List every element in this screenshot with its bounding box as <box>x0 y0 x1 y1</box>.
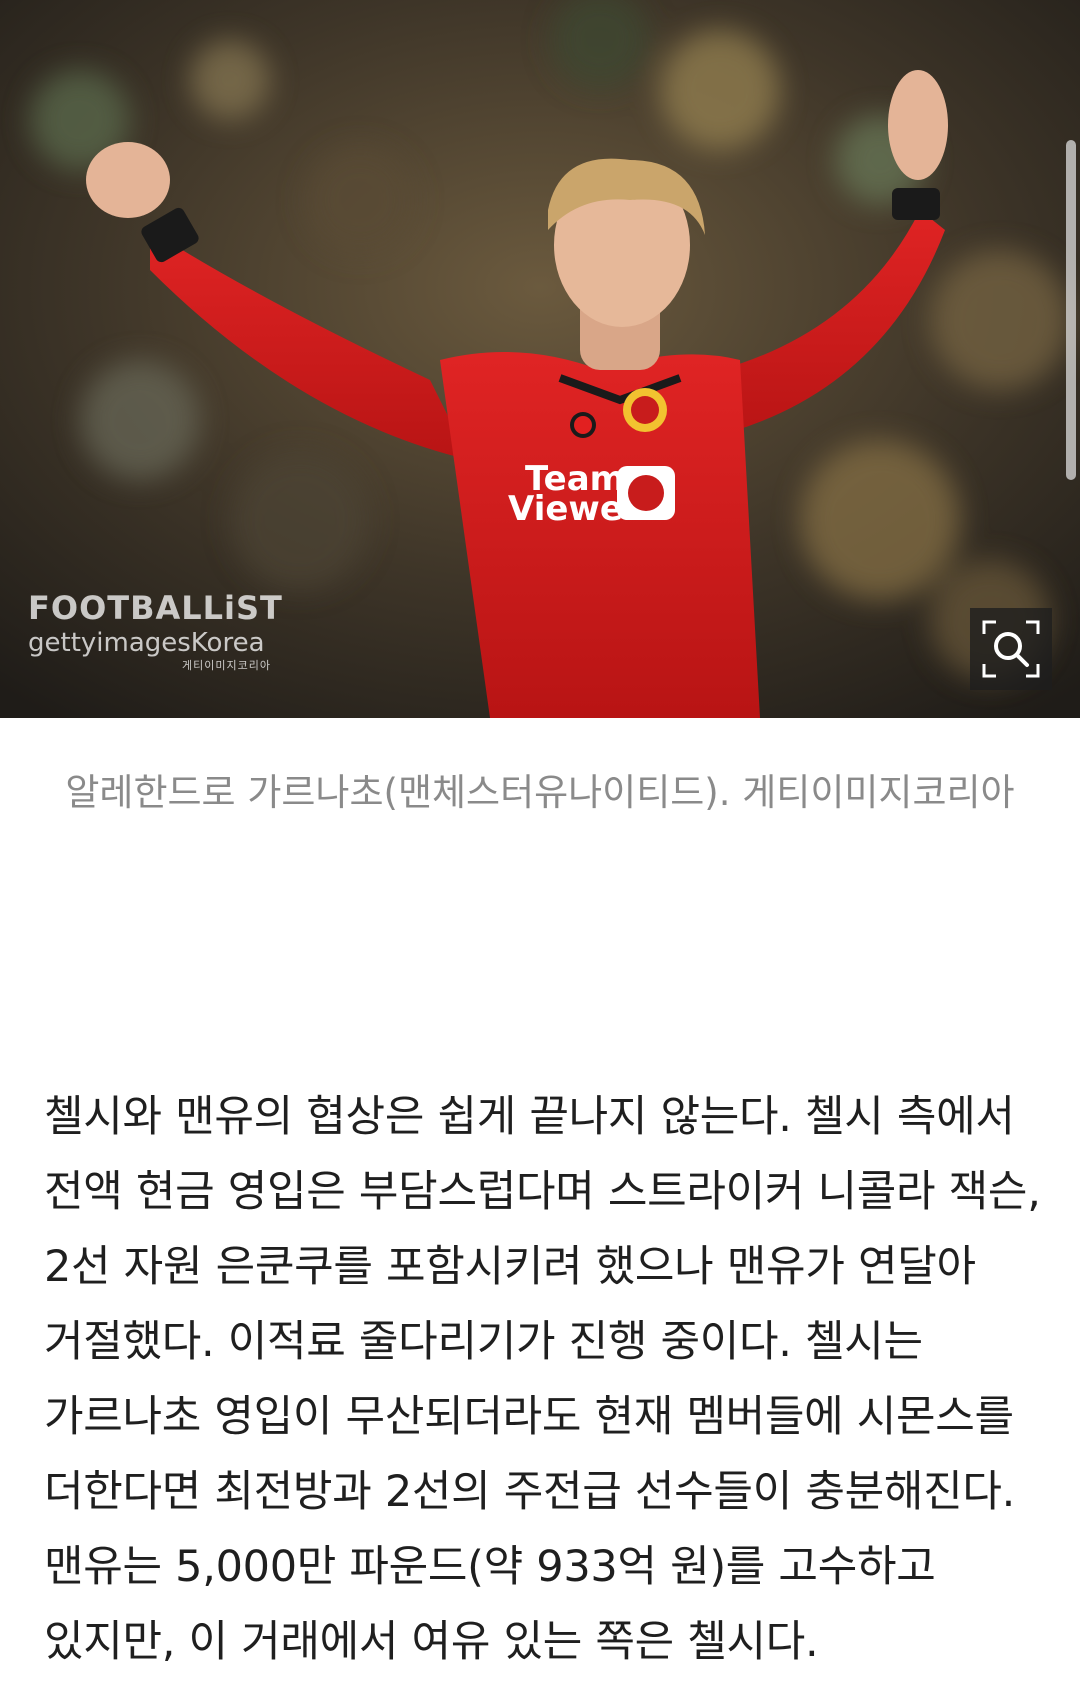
photo-watermark: FOOTBALLiST gettyimagesKorea 게티이미지코리아 <box>28 592 283 671</box>
scrollbar-thumb[interactable] <box>1066 140 1076 480</box>
zoom-search-icon <box>982 620 1040 678</box>
photo-caption: 알레한드로 가르나초(맨체스터유나이티드). 게티이미지코리아 <box>65 771 1015 814</box>
watermark-agency: gettyimagesKorea <box>28 628 265 658</box>
article-photo[interactable]: Team Viewer FOOTBALLiST gettyimagesKorea… <box>0 0 1080 718</box>
watermark-brand: FOOTBALLiST <box>28 589 283 627</box>
article-paragraph: 첼시와 맨유의 협상은 쉽게 끝나지 않는다. 첼시 측에서 전액 현금 영입은… <box>44 1092 1041 1667</box>
zoom-button[interactable] <box>970 608 1052 690</box>
watermark-small: 게티이미지코리아 <box>182 659 271 672</box>
